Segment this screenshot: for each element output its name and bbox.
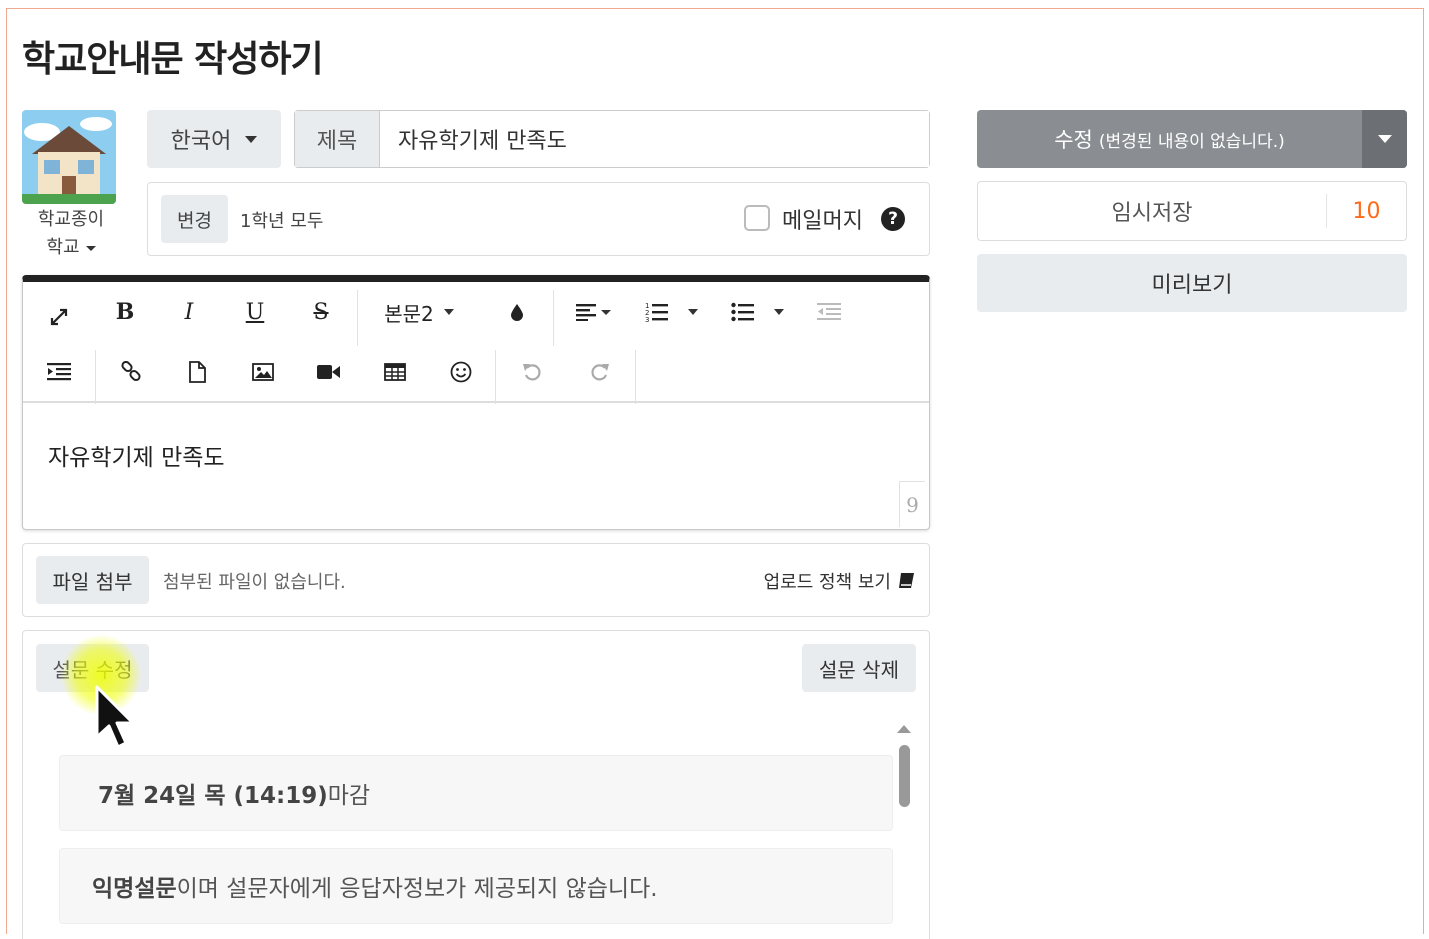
recipient-box: 변경 1학년 모두 메일머지 ? bbox=[147, 182, 930, 256]
caret-down-icon bbox=[1377, 135, 1392, 143]
video-icon[interactable] bbox=[313, 352, 345, 392]
align-dropdown[interactable] bbox=[571, 292, 615, 332]
preview-button[interactable]: 미리보기 bbox=[977, 254, 1407, 312]
school-avatar[interactable] bbox=[22, 110, 116, 204]
draft-count-badge: 10 bbox=[1326, 194, 1406, 228]
help-icon[interactable]: ? bbox=[881, 207, 905, 231]
survey-box: 설문 수정 설문 삭제 7월 24일 목 (14:19) 마감 익명설문 이며 설문… bbox=[22, 630, 930, 939]
title-label: 제목 bbox=[295, 111, 380, 167]
attachment-box: 파일 첨부 첨부된 파일이 없습니다. 업로드 정책 보기 bbox=[22, 543, 930, 617]
ordered-list-dropdown[interactable] bbox=[683, 292, 703, 332]
redo-icon[interactable] bbox=[583, 352, 615, 392]
italic-button[interactable]: I bbox=[173, 292, 205, 332]
deadline-row: 7월 24일 목 (14:19) 마감 bbox=[59, 755, 893, 831]
caret-down-icon bbox=[774, 309, 784, 315]
draft-save-button[interactable]: 임시저장 10 bbox=[977, 181, 1407, 241]
school-house-image bbox=[22, 110, 116, 204]
paragraph-style-label: 본문2 bbox=[384, 301, 434, 326]
upload-policy-link[interactable]: 업로드 정책 보기 bbox=[764, 568, 915, 594]
emoji-icon[interactable] bbox=[445, 352, 477, 392]
mouse-cursor-icon bbox=[95, 685, 135, 749]
caret-down-icon bbox=[443, 309, 454, 315]
save-note: (변경된 내용이 없습니다.) bbox=[1098, 131, 1285, 152]
underline-button[interactable]: U bbox=[239, 292, 271, 332]
save-options-dropdown[interactable] bbox=[1362, 110, 1407, 168]
title-field-group: 제목 bbox=[294, 110, 930, 168]
school-name-line2: 학교 bbox=[46, 237, 80, 258]
editor-toolbar: B I U S 본문2 123 bbox=[23, 282, 929, 404]
draft-save-label: 임시저장 bbox=[1111, 201, 1193, 226]
language-label: 한국어 bbox=[170, 129, 232, 154]
title-input[interactable] bbox=[380, 111, 929, 167]
editor-content[interactable]: 자유학기제 만족도 bbox=[48, 438, 225, 472]
anonymous-label: 익명설문 bbox=[92, 876, 177, 902]
undo-icon[interactable] bbox=[517, 352, 549, 392]
toolbar-divider bbox=[553, 290, 554, 346]
file-icon[interactable] bbox=[181, 352, 213, 392]
svg-text:3: 3 bbox=[645, 316, 649, 323]
align-left-icon bbox=[575, 304, 596, 321]
save-label: 수정 bbox=[1054, 128, 1093, 152]
table-icon[interactable] bbox=[379, 352, 411, 392]
page-title: 학교안내문 작성하기 bbox=[22, 39, 324, 80]
fullscreen-icon[interactable] bbox=[43, 297, 75, 337]
book-icon bbox=[899, 573, 914, 588]
toolbar-divider bbox=[95, 350, 96, 404]
anonymous-notice-row: 익명설문 이며 설문자에게 응답자정보가 제공되지 않습니다. bbox=[59, 848, 893, 924]
language-dropdown[interactable]: 한국어 bbox=[147, 110, 281, 168]
delete-survey-button[interactable]: 설문 삭제 bbox=[802, 644, 916, 692]
school-name-line1: 학교종이 bbox=[37, 209, 105, 230]
bold-button[interactable]: B bbox=[109, 292, 141, 332]
indent-icon[interactable] bbox=[43, 352, 75, 392]
toolbar-divider bbox=[357, 290, 358, 346]
caret-down-icon bbox=[600, 309, 611, 315]
mail-merge-label[interactable]: 메일머지 bbox=[782, 203, 863, 235]
attachment-status: 첨부된 파일이 없습니다. bbox=[163, 572, 346, 593]
text-color-icon[interactable] bbox=[503, 292, 531, 332]
anonymous-text: 이며 설문자에게 응답자정보가 제공되지 않습니다. bbox=[176, 876, 658, 902]
deadline-date: 7월 24일 목 (14:19) bbox=[98, 783, 328, 809]
char-count: 9 bbox=[899, 481, 925, 527]
image-icon[interactable] bbox=[247, 352, 279, 392]
ordered-list-icon[interactable]: 123 bbox=[643, 292, 671, 332]
save-button-group: 수정 (변경된 내용이 없습니다.) bbox=[977, 110, 1407, 168]
scrollbar-thumb[interactable] bbox=[899, 745, 910, 807]
strikethrough-button[interactable]: S bbox=[305, 292, 337, 332]
attach-file-button[interactable]: 파일 첨부 bbox=[36, 556, 149, 604]
deadline-suffix: 마감 bbox=[327, 783, 371, 809]
mail-merge-checkbox[interactable] bbox=[744, 205, 770, 231]
school-selector[interactable]: 학교종이 학교 bbox=[22, 206, 120, 262]
rich-text-editor: B I U S 본문2 123 자유학기제 만족도 9 bbox=[22, 275, 930, 530]
outdent-icon[interactable] bbox=[815, 292, 843, 332]
unordered-list-dropdown[interactable] bbox=[769, 292, 789, 332]
caret-down-icon bbox=[688, 309, 698, 315]
unordered-list-icon[interactable] bbox=[729, 292, 757, 332]
save-button[interactable]: 수정 (변경된 내용이 없습니다.) bbox=[977, 110, 1362, 168]
caret-down-icon bbox=[85, 245, 96, 251]
upload-policy-label: 업로드 정책 보기 bbox=[763, 572, 891, 593]
paragraph-style-dropdown[interactable]: 본문2 bbox=[373, 292, 465, 332]
scroll-up-arrow-icon[interactable] bbox=[897, 725, 911, 733]
change-recipient-button[interactable]: 변경 bbox=[161, 195, 228, 243]
caret-down-icon bbox=[245, 135, 258, 143]
toolbar-divider bbox=[635, 350, 636, 404]
link-icon[interactable] bbox=[115, 352, 147, 392]
recipient-text: 1학년 모두 bbox=[240, 211, 324, 232]
toolbar-divider bbox=[495, 350, 496, 404]
